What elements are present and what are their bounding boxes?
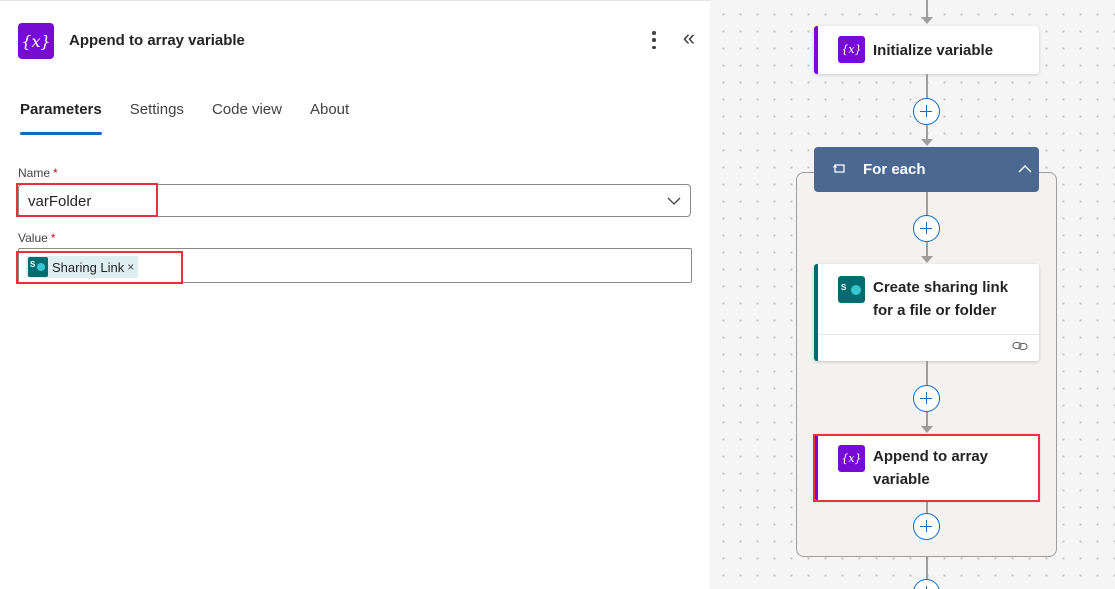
panel-title: Append to array variable bbox=[69, 32, 245, 49]
foreach-header[interactable]: For each bbox=[814, 147, 1039, 192]
value-field-label: Value * bbox=[18, 231, 55, 245]
chevron-down-icon[interactable] bbox=[664, 191, 684, 211]
chevron-up-icon[interactable] bbox=[1017, 161, 1033, 177]
collapse-panel-icon[interactable]: « bbox=[678, 27, 700, 51]
connector-line bbox=[926, 242, 928, 257]
connector-line bbox=[926, 192, 928, 216]
add-step-button[interactable] bbox=[913, 98, 940, 125]
variable-icon: {x} bbox=[838, 36, 865, 63]
card-label-line: Append to array bbox=[873, 448, 989, 465]
name-dropdown-value: varFolder bbox=[28, 193, 92, 210]
flow-canvas[interactable]: {x} Initialize variable For each Create … bbox=[710, 0, 1115, 589]
connector-line bbox=[926, 0, 928, 18]
variable-icon: {x} bbox=[838, 445, 865, 472]
card-accent bbox=[814, 434, 818, 500]
connector-line bbox=[926, 557, 928, 581]
add-step-button[interactable] bbox=[913, 385, 940, 412]
remove-token-icon[interactable]: × bbox=[127, 260, 134, 274]
connector-arrow bbox=[921, 17, 933, 24]
more-options-icon[interactable] bbox=[644, 29, 664, 51]
connector-arrow bbox=[921, 426, 933, 433]
tab-settings[interactable]: Settings bbox=[130, 101, 184, 135]
tab-parameters[interactable]: Parameters bbox=[20, 101, 102, 135]
add-step-button[interactable] bbox=[913, 215, 940, 242]
card-accent bbox=[814, 26, 818, 74]
add-step-button[interactable] bbox=[913, 513, 940, 540]
sharepoint-icon bbox=[838, 276, 865, 303]
loop-icon bbox=[833, 164, 845, 173]
card-label: Append to array variable bbox=[873, 445, 988, 491]
card-label-line: for a file or folder bbox=[873, 302, 997, 319]
required-mark: * bbox=[53, 166, 58, 180]
card-label-line: variable bbox=[873, 471, 930, 488]
create-sharing-link-card[interactable]: Create sharing link for a file or folder bbox=[814, 264, 1039, 361]
name-label-text: Name bbox=[18, 166, 51, 180]
card-label: Create sharing link for a file or folder bbox=[873, 276, 1008, 322]
action-config-panel: {x} Append to array variable « Parameter… bbox=[0, 0, 710, 589]
connector-arrow bbox=[921, 139, 933, 146]
variable-icon: {x} bbox=[18, 23, 54, 59]
add-step-button[interactable] bbox=[913, 579, 940, 589]
sharepoint-icon bbox=[28, 257, 48, 277]
connector-line bbox=[926, 412, 928, 427]
foreach-label: For each bbox=[863, 161, 926, 178]
connector-line bbox=[926, 74, 928, 98]
link-icon bbox=[1012, 341, 1028, 351]
connector-line bbox=[926, 361, 928, 386]
panel-tabs: Parameters Settings Code view About bbox=[20, 101, 377, 135]
card-label: Initialize variable bbox=[873, 42, 994, 59]
tab-code-view[interactable]: Code view bbox=[212, 101, 282, 135]
tab-about[interactable]: About bbox=[310, 101, 349, 135]
card-divider bbox=[818, 334, 1039, 335]
card-accent bbox=[814, 264, 818, 361]
connector-line bbox=[926, 125, 928, 140]
name-dropdown[interactable]: varFolder bbox=[18, 184, 691, 217]
token-label: Sharing Link bbox=[52, 259, 125, 275]
required-mark: * bbox=[50, 231, 56, 245]
initialize-variable-card[interactable]: {x} Initialize variable bbox=[814, 26, 1039, 74]
value-input[interactable]: Sharing Link × bbox=[18, 248, 692, 283]
connector-line bbox=[926, 502, 928, 513]
connector-arrow bbox=[921, 256, 933, 263]
dynamic-content-token[interactable]: Sharing Link × bbox=[26, 256, 139, 278]
append-to-array-variable-card[interactable]: {x} Append to array variable bbox=[814, 434, 1039, 500]
value-label-text: Value bbox=[18, 231, 48, 245]
card-label-line: Create sharing link bbox=[873, 279, 1009, 296]
name-field-label: Name * bbox=[18, 166, 58, 180]
